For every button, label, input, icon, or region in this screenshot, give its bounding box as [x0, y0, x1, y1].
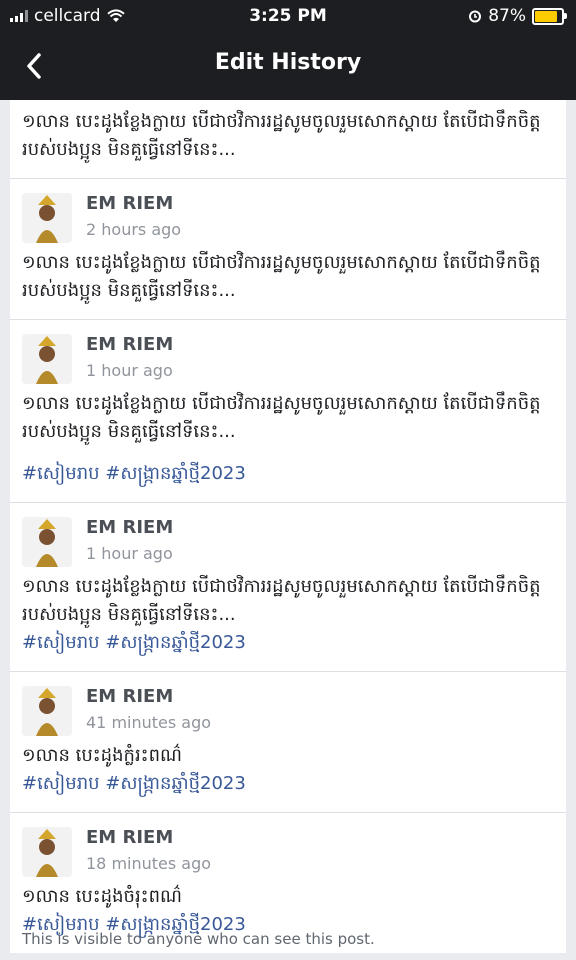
history-entry: EM RIEM 2 hours ago ១លាន បេះដូងខ្លែងក្លា…	[10, 179, 566, 320]
avatar[interactable]	[22, 193, 72, 243]
hashtag-line[interactable]: #សៀមរាប #សង្ក្រានឆ្នាំថ្មី2023	[22, 629, 554, 657]
avatar[interactable]	[22, 517, 72, 567]
timestamp: 1 hour ago	[86, 544, 173, 563]
visibility-note: This is visible to anyone who can see th…	[22, 930, 375, 948]
history-entry: EM RIEM 1 hour ago ១លាន បេះដូងខ្លែងក្លាយ…	[10, 503, 566, 672]
entry-text: ១លាន បេះដូងខ្លែងក្លាយ បើជាថវិការរដ្ឋសូមច…	[22, 393, 541, 442]
timestamp: 2 hours ago	[86, 220, 182, 239]
avatar[interactable]	[22, 827, 72, 877]
author-name[interactable]: EM RIEM	[86, 517, 173, 538]
author-name[interactable]: EM RIEM	[86, 827, 211, 848]
battery-percent: 87%	[488, 6, 526, 26]
timestamp: 41 minutes ago	[86, 713, 212, 732]
history-entry: EM RIEM 1 hour ago ១លាន បេះដូងខ្លែងក្លាយ…	[10, 320, 566, 503]
hashtag-line[interactable]: #សៀមរាប #សង្ក្រានឆ្នាំថ្មី2023	[22, 770, 554, 798]
avatar[interactable]	[22, 686, 72, 736]
hashtag-line[interactable]: #សៀមរាប #សង្ក្រានឆ្នាំថ្មី2023	[22, 460, 554, 488]
entry-text: ១លាន បេះដូងក្លំរះពណ៌	[22, 745, 182, 766]
battery-icon	[532, 7, 567, 25]
avatar[interactable]	[22, 334, 72, 384]
status-bar: cellcard 3:25 PM 87%	[0, 0, 576, 32]
nav-bar: Edit History	[0, 36, 576, 94]
timestamp: 1 hour ago	[86, 361, 173, 380]
entry-text: ១លាន បេះដូងចំរុះពណ៌	[22, 886, 182, 907]
author-name[interactable]: EM RIEM	[86, 686, 211, 707]
top-bar: cellcard 3:25 PM 87% Edit History	[0, 0, 576, 100]
history-entry: ១លាន បេះដូងខ្លែងក្លាយ បើជាថវិការរដ្ឋសូមច…	[10, 100, 566, 179]
entry-text: ១លាន បេះដូងខ្លែងក្លាយ បើជាថវិការរដ្ឋសូមច…	[22, 252, 541, 301]
author-name[interactable]: EM RIEM	[86, 334, 173, 355]
page-title: Edit History	[214, 50, 362, 75]
edit-history-list: ១លាន បេះដូងខ្លែងក្លាយ បើជាថវិការរដ្ឋសូមច…	[10, 100, 566, 953]
alarm-icon	[469, 10, 482, 23]
entry-text: ១លាន បេះដូងខ្លែងក្លាយ បើជាថវិការរដ្ឋសូមច…	[22, 576, 541, 625]
entry-text: ១លាន បេះដូងខ្លែងក្លាយ បើជាថវិការរដ្ឋសូមច…	[22, 111, 541, 160]
author-name[interactable]: EM RIEM	[86, 193, 181, 214]
timestamp: 18 minutes ago	[86, 854, 212, 873]
history-entry: EM RIEM 41 minutes ago ១លាន បេះដូងក្លំរះ…	[10, 672, 566, 813]
